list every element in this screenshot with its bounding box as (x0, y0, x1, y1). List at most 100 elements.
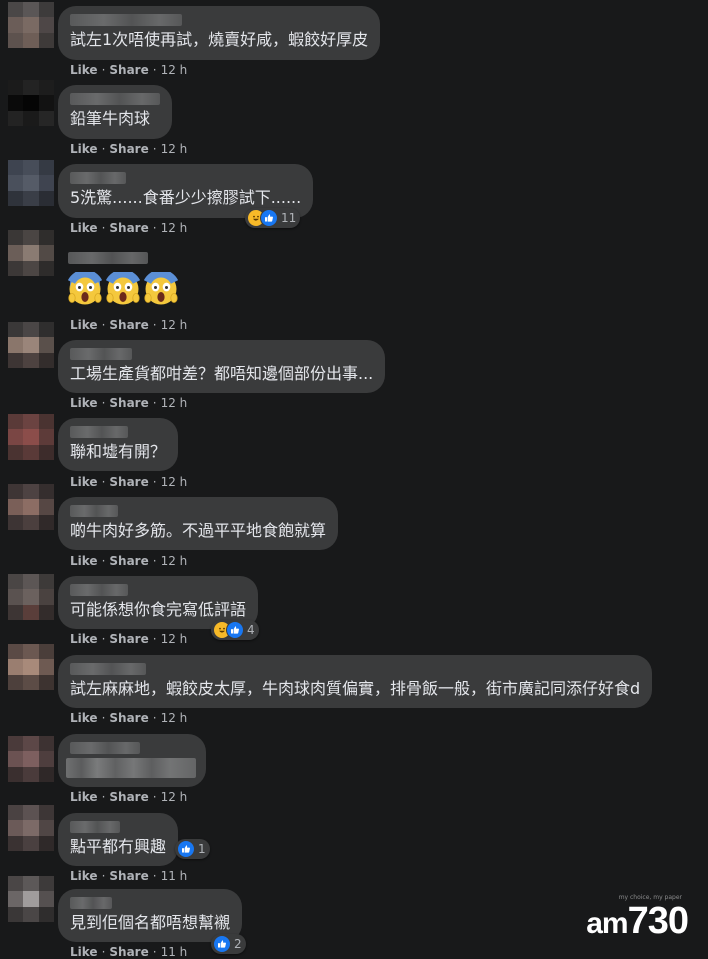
comment-timestamp[interactable]: 12 h (161, 790, 188, 804)
share-link[interactable]: Share (109, 711, 148, 725)
comment-timestamp[interactable]: 12 h (161, 63, 188, 77)
comment-bubble: 鉛筆牛肉球 (58, 85, 172, 139)
avatar[interactable] (8, 805, 54, 851)
avatar[interactable] (8, 322, 54, 368)
comment-text: 見到佢個名都唔想幫襯 (70, 913, 231, 932)
share-link[interactable]: Share (109, 554, 148, 568)
comment-text: 5洗驚......食番少少擦膠試下...... (70, 188, 302, 207)
blurred-comment-text (66, 758, 196, 778)
share-link[interactable]: Share (109, 869, 148, 883)
like-icon (226, 621, 244, 639)
like-link[interactable]: Like (70, 790, 98, 804)
comment-bubble: 試左麻麻地，蝦餃皮太厚，牛肉球肉質偏實，排骨飯一般，街市廣記同添仔好食d (58, 655, 653, 708)
share-link[interactable]: Share (109, 318, 148, 332)
comment-bubble: 聯和墟有開？ (58, 418, 179, 471)
reaction-summary[interactable]: 1 (175, 839, 210, 859)
like-link[interactable]: Like (70, 221, 98, 235)
like-link[interactable]: Like (70, 318, 98, 332)
comment-bubble: 啲牛肉好多筋。不過平平地食飽就算 (58, 497, 339, 550)
comment-timestamp[interactable]: 12 h (161, 475, 188, 489)
comment-actions: Like · Share · 12 h (70, 318, 188, 332)
reaction-count: 4 (247, 623, 255, 637)
emoji-row (68, 272, 178, 306)
like-link[interactable]: Like (70, 63, 98, 77)
comment-timestamp[interactable]: 12 h (161, 632, 188, 646)
like-link[interactable]: Like (70, 142, 98, 156)
comment-text: 點平都冇興趣 (70, 837, 167, 856)
commenter-name[interactable] (70, 426, 128, 438)
like-link[interactable]: Like (70, 475, 98, 489)
comment-timestamp[interactable]: 12 h (161, 318, 188, 332)
reaction-summary[interactable]: 11 (245, 208, 301, 228)
commenter-name[interactable] (70, 897, 112, 909)
comment-text: 鉛筆牛肉球 (70, 109, 151, 128)
comment-actions: Like · Share · 12 h (70, 221, 188, 235)
comment-actions: Like · Share · 12 h (70, 711, 188, 725)
logo-am: am (586, 907, 628, 940)
like-link[interactable]: Like (70, 554, 98, 568)
avatar[interactable] (8, 80, 54, 126)
like-link[interactable]: Like (70, 869, 98, 883)
avatar[interactable] (8, 230, 54, 276)
comment-timestamp[interactable]: 12 h (161, 554, 188, 568)
avatar[interactable] (8, 484, 54, 530)
share-link[interactable]: Share (109, 632, 148, 646)
share-link[interactable]: Share (109, 63, 148, 77)
like-icon (177, 840, 195, 858)
emoji-comment (68, 252, 178, 306)
like-icon (260, 209, 278, 227)
commenter-name[interactable] (70, 505, 118, 517)
comment-text: 聯和墟有開？ (70, 442, 167, 461)
like-icon (213, 935, 231, 953)
share-link[interactable]: Share (109, 221, 148, 235)
commenter-name[interactable] (70, 14, 182, 26)
reaction-count: 1 (198, 842, 206, 856)
comment-timestamp[interactable]: 12 h (161, 396, 188, 410)
comment-text: 試左1次唔使再試，燒賣好咸，蝦餃好厚皮 (70, 30, 369, 49)
avatar[interactable] (8, 736, 54, 782)
commenter-name[interactable] (70, 348, 132, 360)
avatar[interactable] (8, 2, 54, 48)
reaction-summary[interactable]: 2 (211, 934, 246, 954)
reaction-summary[interactable]: 4 (211, 620, 259, 640)
comment-bubble: 點平都冇興趣 (58, 813, 179, 866)
comment-actions: Like · Share · 12 h (70, 554, 188, 568)
share-link[interactable]: Share (109, 475, 148, 489)
reaction-count: 2 (234, 937, 242, 951)
logo-730: 730 (627, 900, 689, 942)
commenter-name[interactable] (70, 663, 146, 675)
commenter-name[interactable] (70, 172, 126, 184)
comment-actions: Like · Share · 12 h (70, 475, 188, 489)
like-link[interactable]: Like (70, 632, 98, 646)
commenter-name[interactable] (70, 821, 120, 833)
comment-actions: Like · Share · 12 h (70, 790, 188, 804)
avatar[interactable] (8, 414, 54, 460)
am730-logo: am 730 (586, 900, 689, 942)
avatar[interactable] (8, 160, 54, 206)
comment-bubble (58, 734, 206, 787)
comment-text: 啲牛肉好多筋。不過平平地食飽就算 (70, 521, 327, 540)
avatar[interactable] (8, 574, 54, 620)
share-link[interactable]: Share (109, 142, 148, 156)
comment-bubble: 工場生產貨都咁差？都唔知邊個部份出事... (58, 340, 386, 393)
comment-timestamp[interactable]: 12 h (161, 221, 188, 235)
comment-actions: Like · Share · 12 h (70, 142, 188, 156)
commenter-name[interactable] (70, 584, 128, 596)
avatar[interactable] (8, 876, 54, 922)
comment-text: 工場生產貨都咁差？都唔知邊個部份出事... (70, 364, 374, 383)
like-link[interactable]: Like (70, 396, 98, 410)
commenter-name[interactable] (68, 252, 148, 264)
comment-timestamp[interactable]: 11 h (161, 869, 188, 883)
share-link[interactable]: Share (109, 396, 148, 410)
like-link[interactable]: Like (70, 711, 98, 725)
commenter-name[interactable] (70, 93, 160, 105)
share-link[interactable]: Share (109, 790, 148, 804)
avatar[interactable] (8, 644, 54, 690)
commenter-name[interactable] (70, 742, 140, 754)
comment-text: 試左麻麻地，蝦餃皮太厚，牛肉球肉質偏實，排骨飯一般，街市廣記同添仔好食d (70, 679, 641, 698)
comment-bubble: 見到佢個名都唔想幫襯 (58, 889, 243, 942)
comment-text: 可能係想你食完寫低評語 (70, 600, 247, 619)
comment-timestamp[interactable]: 12 h (161, 711, 188, 725)
comment-timestamp[interactable]: 12 h (161, 142, 188, 156)
screaming-face-icon (68, 272, 102, 305)
